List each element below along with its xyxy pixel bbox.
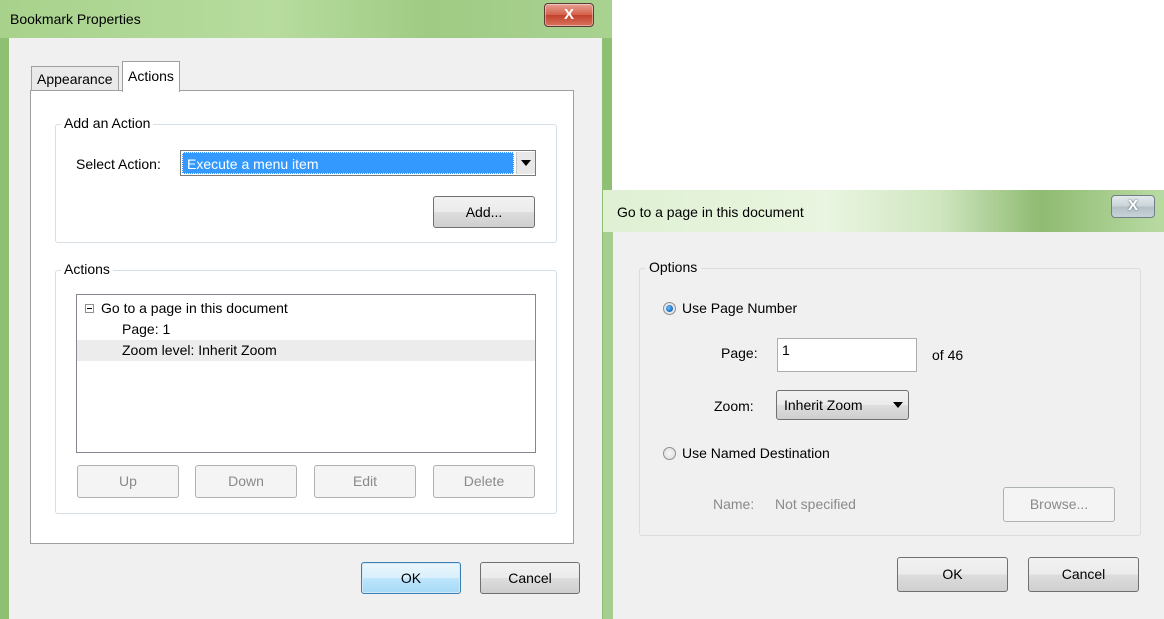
zoom-value: Inherit Zoom: [784, 397, 863, 413]
ok-button[interactable]: OK: [897, 557, 1008, 592]
group-label-add-action: Add an Action: [61, 115, 154, 131]
use-named-destination-label: Use Named Destination: [682, 445, 830, 461]
window-title: Bookmark Properties: [10, 11, 141, 27]
add-button[interactable]: Add...: [433, 196, 535, 228]
title-bar[interactable]: Bookmark Properties X: [0, 0, 612, 38]
page-number-value: 1: [782, 342, 790, 358]
goto-page-window: Go to a page in this document X Options …: [603, 190, 1164, 619]
cancel-button[interactable]: Cancel: [480, 562, 580, 594]
button-label: OK: [400, 570, 422, 586]
title-bar[interactable]: Go to a page in this document X: [603, 190, 1164, 232]
chevron-down-icon: [893, 402, 903, 408]
tree-item-label: Page: 1: [122, 321, 171, 337]
window-title: Go to a page in this document: [617, 204, 804, 220]
edit-button[interactable]: Edit: [314, 465, 416, 498]
button-label: Browse...: [1029, 496, 1089, 512]
actions-tree[interactable]: Go to a page in this document Page: 1 Zo…: [76, 294, 536, 453]
delete-button[interactable]: Delete: [433, 465, 535, 498]
button-label: Add...: [465, 204, 503, 220]
button-label: OK: [942, 566, 963, 582]
zoom-label: Zoom:: [714, 398, 754, 414]
close-button[interactable]: X: [1111, 195, 1155, 218]
tree-item-zoom[interactable]: Zoom level: Inherit Zoom: [77, 340, 535, 361]
tree-item-goto-page[interactable]: Go to a page in this document: [77, 298, 535, 319]
button-label: Up: [119, 473, 137, 489]
tree-item-label: Go to a page in this document: [101, 300, 288, 316]
tree-item-label: Zoom level: Inherit Zoom: [122, 342, 277, 358]
use-page-number-label: Use Page Number: [682, 300, 798, 316]
button-label: Cancel: [508, 570, 552, 586]
button-label: Edit: [352, 473, 378, 489]
down-button[interactable]: Down: [195, 465, 297, 498]
ok-button[interactable]: OK: [361, 562, 461, 594]
close-button[interactable]: X: [544, 3, 594, 27]
page-label: Page:: [721, 345, 758, 361]
bookmark-properties-window: Bookmark Properties X Appearance Actions…: [0, 0, 612, 619]
page-count: of 46: [932, 347, 964, 363]
name-label: Name:: [713, 496, 755, 512]
collapse-icon[interactable]: [85, 304, 94, 313]
tab-actions[interactable]: Actions: [122, 61, 180, 92]
group-label-options: Options: [645, 259, 702, 275]
name-value: Not specified: [775, 496, 856, 512]
select-action-dropdown[interactable]: Execute a menu item: [180, 150, 536, 176]
up-button[interactable]: Up: [77, 465, 179, 498]
browse-button[interactable]: Browse...: [1003, 487, 1115, 522]
tab-appearance[interactable]: Appearance: [31, 66, 119, 90]
radio-checked-icon[interactable]: [663, 302, 676, 315]
button-label: Cancel: [1061, 566, 1106, 582]
close-icon: X: [563, 6, 574, 23]
cancel-button[interactable]: Cancel: [1028, 557, 1139, 592]
button-label: Delete: [463, 473, 505, 489]
radio-unchecked-icon[interactable]: [663, 447, 676, 460]
tree-item-page[interactable]: Page: 1: [77, 319, 535, 340]
close-icon: X: [1127, 197, 1138, 214]
chevron-down-icon: [521, 160, 531, 166]
page-number-input[interactable]: 1: [777, 338, 917, 372]
select-action-value: Execute a menu item: [182, 152, 514, 174]
tab-label: Actions: [128, 68, 174, 84]
tab-label: Appearance: [37, 71, 113, 87]
zoom-dropdown[interactable]: Inherit Zoom: [776, 390, 909, 420]
button-label: Down: [228, 473, 264, 489]
select-action-label: Select Action:: [76, 156, 161, 172]
dropdown-button[interactable]: [516, 152, 535, 174]
group-label-actions: Actions: [61, 261, 113, 277]
